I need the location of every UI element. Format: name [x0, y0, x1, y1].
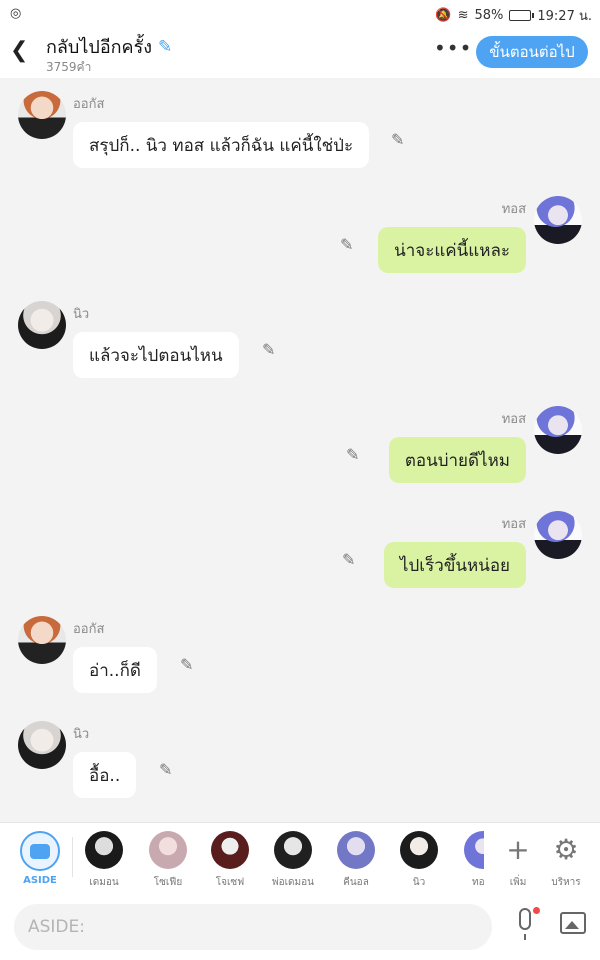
- character-label: พ่อเดมอน: [272, 877, 314, 888]
- character-avatar: [400, 831, 438, 869]
- speaker-name: ออกัส: [73, 97, 105, 112]
- message-bubble[interactable]: อ่า..ก็ดี: [73, 647, 157, 693]
- aside-chat-icon: [20, 831, 60, 871]
- edit-message-pencil-icon[interactable]: ✎: [342, 550, 355, 569]
- character-label: คีนอล: [343, 877, 369, 888]
- manage-label: บริหาร: [551, 877, 581, 888]
- message-bubble[interactable]: ไปเร็วขึ้นหน่อย: [383, 542, 526, 588]
- edit-message-pencil-icon[interactable]: ✎: [262, 340, 275, 359]
- character-avatar: [85, 831, 123, 869]
- story-title[interactable]: กลับไปอีกครั้ง ✎: [46, 32, 172, 61]
- character-item[interactable]: นิว: [390, 831, 448, 890]
- edit-message-pencil-icon[interactable]: ✎: [159, 760, 172, 779]
- image-icon[interactable]: [560, 912, 586, 934]
- character-label: โซเฟีย: [153, 877, 183, 888]
- add-character-button[interactable]: + เพิ่ม: [496, 831, 540, 890]
- character-item[interactable]: พ่อเดมอน: [264, 831, 322, 890]
- avatar-august[interactable]: [18, 91, 66, 139]
- speaker-name: ทอส: [501, 202, 526, 217]
- character-label: เดมอน: [89, 877, 119, 888]
- aside-label: ASIDE: [23, 875, 57, 886]
- message-input[interactable]: [14, 904, 492, 950]
- character-item[interactable]: คีนอล: [327, 831, 385, 890]
- instagram-icon: ◎: [10, 6, 22, 21]
- gear-icon: ⚙: [553, 833, 579, 866]
- avatar-tos[interactable]: [534, 406, 582, 454]
- character-item[interactable]: ทอ: [452, 831, 484, 890]
- divider: [72, 837, 73, 877]
- speaker-name: นิว: [73, 307, 90, 322]
- edit-title-pencil-icon[interactable]: ✎: [158, 37, 172, 57]
- character-avatar: [149, 831, 187, 869]
- message-bubble[interactable]: น่าจะแค่นี้แหละ: [378, 227, 526, 273]
- edit-message-pencil-icon[interactable]: ✎: [346, 445, 359, 464]
- clock: 19:27 น.: [537, 9, 592, 24]
- message-bubble[interactable]: แล้วจะไปตอนไหน: [73, 332, 239, 378]
- recording-dot: [533, 907, 540, 914]
- avatar-august[interactable]: [18, 616, 66, 664]
- speaker-name: ทอส: [501, 517, 526, 532]
- avatar-niw[interactable]: [18, 301, 66, 349]
- story-title-text: กลับไปอีกครั้ง: [46, 37, 153, 58]
- character-avatar: [464, 831, 484, 869]
- character-avatar: [337, 831, 375, 869]
- speaker-name: นิว: [73, 727, 90, 742]
- message-bubble[interactable]: ตอนบ่ายดีไหม: [388, 437, 526, 483]
- manage-button[interactable]: ⚙ บริหาร: [544, 831, 588, 890]
- character-item[interactable]: เดมอน: [75, 831, 133, 890]
- battery-percent: 58%: [474, 8, 504, 23]
- more-options-icon[interactable]: •••: [434, 36, 472, 60]
- back-arrow-icon[interactable]: ❮: [10, 38, 28, 63]
- input-bar: [0, 894, 600, 960]
- character-bar: ASIDE เดมอน โซเฟีย โจเซฟ พ่อเดมอน คีนอล …: [0, 822, 600, 895]
- character-item[interactable]: โจเซฟ: [201, 831, 259, 890]
- character-avatar: [274, 831, 312, 869]
- message-bubble[interactable]: อื้อ..: [73, 752, 137, 798]
- wifi-icon: ≋: [457, 8, 469, 23]
- avatar-tos[interactable]: [534, 196, 582, 244]
- character-label: นิว: [412, 877, 426, 888]
- speaker-name: ออกัส: [73, 622, 105, 637]
- add-label: เพิ่ม: [509, 877, 527, 888]
- status-bar: ◎ 🔕 ≋ 58% 19:27 น.: [0, 0, 600, 26]
- edit-message-pencil-icon[interactable]: ✎: [180, 655, 193, 674]
- edit-message-pencil-icon[interactable]: ✎: [391, 130, 404, 149]
- edit-message-pencil-icon[interactable]: ✎: [340, 235, 353, 254]
- message-bubble[interactable]: สรุปก็.. นิว ทอส แล้วก็ฉัน แค่นี้ใช่ป่ะ: [73, 122, 370, 168]
- word-count: 3759คำ: [46, 60, 92, 74]
- battery-icon: [509, 10, 535, 21]
- aside-selector[interactable]: ASIDE: [20, 831, 60, 886]
- header: ❮ กลับไปอีกครั้ง ✎ 3759คำ ••• ขั้นตอนต่อ…: [0, 26, 600, 78]
- microphone-icon[interactable]: [512, 907, 540, 944]
- character-item[interactable]: โซเฟีย: [139, 831, 197, 890]
- next-step-button[interactable]: ขั้นตอนต่อไป: [476, 36, 588, 68]
- mute-icon: 🔕: [435, 8, 452, 23]
- avatar-tos[interactable]: [534, 511, 582, 559]
- character-label: ทอ: [472, 877, 484, 888]
- speaker-name: ทอส: [501, 412, 526, 427]
- character-label: โจเซฟ: [215, 877, 245, 888]
- plus-icon: +: [506, 833, 530, 866]
- avatar-niw[interactable]: [18, 721, 66, 769]
- character-avatar: [211, 831, 249, 869]
